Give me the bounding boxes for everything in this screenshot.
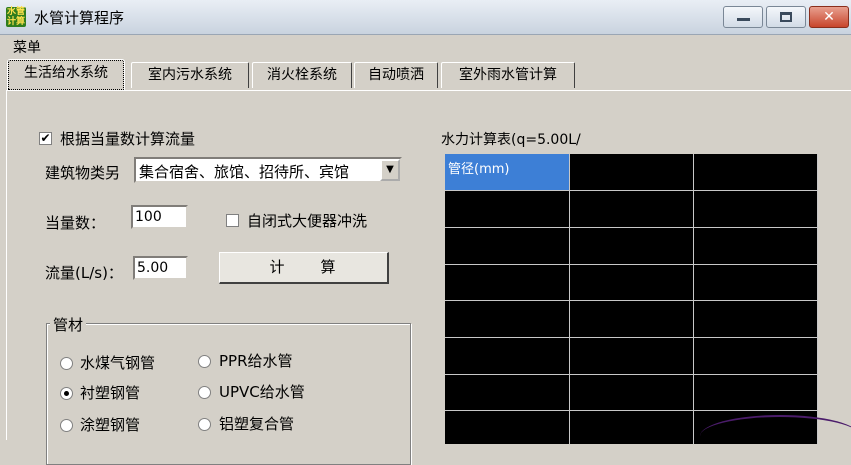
tab-sprinkler[interactable]: 自动喷洒 [354, 62, 438, 88]
building-type-value: 集合宿舍、旅馆、招待所、宾馆 [139, 163, 350, 181]
calculate-button[interactable]: 计 算 [219, 252, 389, 284]
grid-line [445, 190, 818, 191]
desktop-background-swoosh [700, 415, 851, 457]
grid-line [445, 227, 818, 228]
maximize-button[interactable] [766, 6, 806, 28]
building-type-select[interactable]: 集合宿舍、旅馆、招待所、宾馆 ▼ [134, 157, 402, 183]
radio-gas-steel-label: 水煤气钢管 [80, 354, 156, 372]
radio-lined-steel-label: 衬塑钢管 [80, 384, 141, 402]
menu-item-menu[interactable]: 菜单 [13, 37, 41, 57]
flow-label: 流量(L/s)： [45, 264, 123, 282]
use-equivalent-label: 根据当量数计算流量 [60, 130, 196, 148]
grid-line [445, 337, 818, 338]
grid-line [445, 300, 818, 301]
hydraulic-table-grid[interactable]: 管径(mm) [445, 154, 818, 444]
menu-bar: 菜单 [0, 35, 851, 57]
chevron-down-icon[interactable]: ▼ [380, 159, 400, 181]
radio-coated-steel-label: 涂塑钢管 [80, 416, 141, 434]
grid-line [445, 374, 818, 375]
grid-line [569, 154, 570, 444]
radio-upvc-label: UPVC给水管 [219, 383, 305, 401]
tab-domestic-water[interactable]: 生活给水系统 [7, 59, 125, 91]
grid-line [693, 154, 694, 444]
radio-upvc[interactable] [198, 386, 211, 399]
radio-lined-steel[interactable] [60, 387, 73, 400]
close-icon: ✕ [823, 9, 835, 25]
radio-ppr-label: PPR给水管 [219, 352, 293, 370]
title-bar[interactable]: 水管 计算 水管计算程序 ✕ [0, 0, 851, 35]
tab-indoor-sewage[interactable]: 室内污水系统 [131, 62, 249, 88]
minimize-icon [737, 18, 750, 21]
flow-input[interactable]: 5.00 [133, 256, 188, 280]
radio-gas-steel[interactable] [60, 357, 73, 370]
minimize-button[interactable] [723, 6, 763, 28]
close-button[interactable]: ✕ [809, 6, 849, 28]
self-closing-label: 自闭式大便器冲洗 [247, 212, 368, 230]
tab-rainwater[interactable]: 室外雨水管计算 [441, 62, 575, 88]
equivalent-input[interactable]: 100 [131, 205, 188, 229]
hydraulic-table-title: 水力计算表(q=5.00L/ [441, 132, 581, 148]
grid-header-cell[interactable]: 管径(mm) [445, 154, 569, 190]
equivalent-label: 当量数： [45, 214, 106, 232]
grid-line [445, 410, 818, 411]
grid-line [817, 154, 818, 444]
pipe-material-title: 管材 [50, 314, 87, 335]
radio-al-plastic[interactable] [198, 418, 211, 431]
radio-selected-dot [64, 391, 69, 396]
maximize-icon [780, 12, 792, 22]
radio-al-plastic-label: 铝塑复合管 [219, 415, 295, 433]
window-title: 水管计算程序 [34, 9, 125, 27]
tab-fire-hydrant[interactable]: 消火栓系统 [252, 62, 352, 88]
radio-ppr[interactable] [198, 355, 211, 368]
app-icon: 水管 计算 [6, 7, 26, 27]
radio-coated-steel[interactable] [60, 419, 73, 432]
grid-line [445, 264, 818, 265]
self-closing-checkbox[interactable] [226, 214, 239, 227]
building-type-label: 建筑物类另 [45, 164, 121, 182]
use-equivalent-checkbox[interactable]: ✔ [39, 132, 52, 145]
